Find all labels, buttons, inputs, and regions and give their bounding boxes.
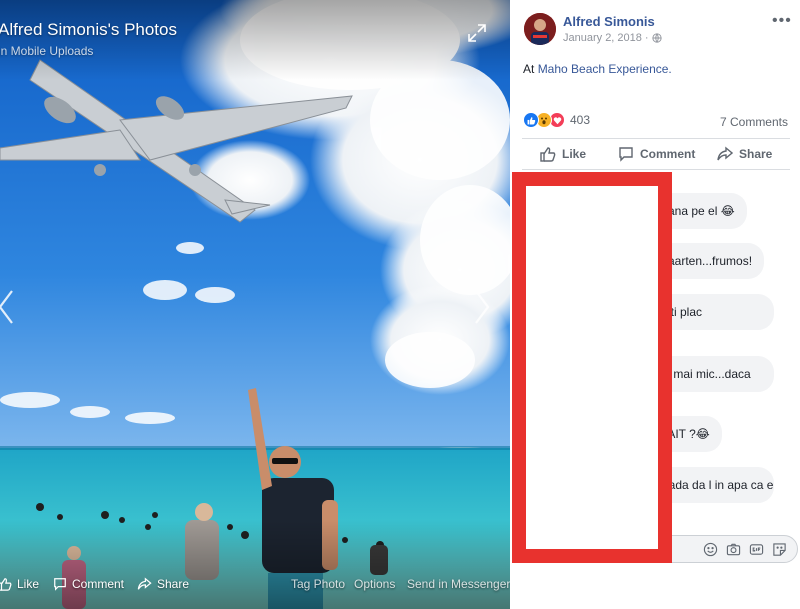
photo-actions-bar: Like Comment Share Tag Photo Options Sen… (0, 571, 510, 597)
photo-comment-label: Comment (72, 577, 125, 591)
photo-like-label: Like (17, 577, 40, 591)
like-label: Like (562, 147, 587, 161)
divider (522, 169, 790, 170)
globe-icon (651, 33, 662, 43)
reactions-summary[interactable]: 403 (523, 112, 590, 128)
photo-viewer: Alfred Simonis's Photos in Mobile Upload… (0, 0, 510, 609)
comment-icon (54, 578, 66, 591)
photo-share-button[interactable]: Share (137, 571, 189, 597)
camera-icon[interactable] (726, 542, 741, 557)
comment-box-icons (703, 542, 787, 557)
tag-photo-link[interactable]: Tag Photo (291, 571, 345, 597)
options-link[interactable]: Options (354, 571, 395, 597)
location-line: At Maho Beach Experience. (523, 62, 672, 76)
gif-icon[interactable] (749, 542, 764, 557)
more-options-button[interactable]: ••• (772, 12, 792, 30)
beach-photo (0, 0, 510, 609)
post-meta: January 2, 2018 · (563, 32, 662, 44)
post-date[interactable]: January 2, 2018 (563, 32, 642, 44)
share-button[interactable]: Share (717, 140, 772, 168)
thumbs-up-icon (0, 578, 12, 591)
album-subtitle[interactable]: in Mobile Uploads (0, 44, 93, 58)
like-reaction-icon (523, 112, 539, 128)
location-prefix: At (523, 62, 535, 76)
comment-label: Comment (640, 147, 696, 161)
author-name[interactable]: Alfred Simonis (563, 14, 655, 29)
share-label: Share (739, 147, 773, 161)
post-actions: Like Comment Share (522, 140, 790, 168)
meta-separator: · (644, 32, 649, 44)
share-icon (137, 577, 152, 590)
photo-like-button[interactable]: Like (0, 571, 39, 597)
expand-icon[interactable] (466, 22, 488, 44)
post-side-panel: Alfred Simonis January 2, 2018 · ••• At … (510, 0, 800, 609)
chevron-right-icon[interactable] (472, 288, 492, 326)
thumbs-up-icon (540, 147, 556, 162)
album-title[interactable]: Alfred Simonis's Photos (0, 20, 177, 40)
sticker-icon[interactable] (772, 542, 787, 557)
emoji-icon[interactable] (703, 542, 718, 557)
avatar[interactable] (524, 13, 556, 45)
comments-count-link[interactable]: 7 Comments (720, 115, 788, 129)
comment-icon (619, 147, 633, 162)
photo-share-label: Share (157, 577, 190, 591)
share-icon (717, 146, 733, 161)
reaction-count: 403 (570, 113, 591, 127)
location-link[interactable]: Maho Beach Experience. (538, 62, 672, 76)
comment-text: roada da l in apa ca e (658, 478, 774, 492)
redaction-box (512, 172, 672, 563)
comment-text: Maarten...frumos! (658, 254, 753, 268)
send-in-messenger-link[interactable]: Send in Messenger (407, 571, 510, 597)
chevron-left-icon[interactable] (0, 288, 18, 326)
divider (522, 138, 790, 139)
like-button[interactable]: Like (540, 140, 586, 168)
comment-button[interactable]: Comment (618, 140, 695, 168)
photo-comment-button[interactable]: Comment (53, 571, 124, 597)
